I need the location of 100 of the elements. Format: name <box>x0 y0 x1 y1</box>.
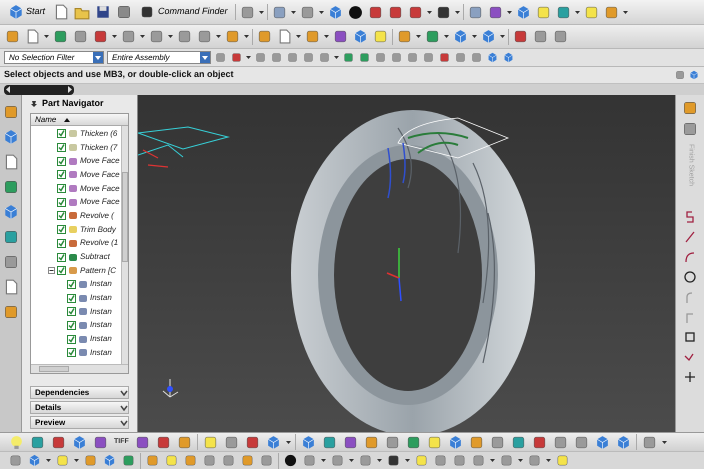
sketch-tool-button[interactable] <box>683 330 697 344</box>
tool-icon <box>343 52 354 63</box>
tree-item[interactable]: Instan <box>31 291 121 305</box>
tool-icon <box>359 454 372 467</box>
tool-icon <box>468 4 483 20</box>
collapsible-panel-header[interactable]: Details <box>30 401 129 414</box>
checkbox[interactable] <box>57 198 66 207</box>
tool-icon <box>149 29 164 44</box>
checkbox[interactable] <box>67 280 76 289</box>
toolbar-button[interactable] <box>346 4 364 20</box>
dropdown-caret-icon <box>286 440 291 444</box>
checkbox[interactable] <box>57 211 66 220</box>
start-menu-button[interactable]: Start <box>4 4 50 20</box>
checkbox[interactable] <box>57 156 66 166</box>
selection-scope-dropdown[interactable]: Entire Assembly <box>107 51 211 64</box>
tree-item[interactable]: Move Face <box>31 182 121 196</box>
sketch-tool-button[interactable] <box>683 370 697 384</box>
tree-item[interactable]: Move Face <box>31 195 121 210</box>
dropdown-caret-icon <box>168 35 173 38</box>
collapsible-panel-header[interactable]: Dependencies <box>30 386 129 399</box>
tree-item[interactable]: Move Face <box>31 168 121 182</box>
tab-scroller[interactable] <box>4 84 74 94</box>
cube-icon <box>300 434 316 450</box>
tree-item[interactable]: Instan <box>31 346 121 360</box>
dropdown-caret-icon <box>290 10 296 14</box>
line-icon <box>683 230 697 244</box>
tool-icon <box>472 454 485 467</box>
dropdown-caret-icon <box>490 459 495 462</box>
tool-icon <box>682 121 698 137</box>
sphere-icon <box>348 4 363 20</box>
tree-item[interactable]: Pattern [C <box>31 264 121 278</box>
tool-icon <box>533 29 548 44</box>
scrollbar-thumb[interactable] <box>39 366 69 372</box>
tree-item[interactable]: Trim Body <box>31 222 121 236</box>
tool-icon <box>177 29 192 44</box>
cube-icon <box>8 4 24 20</box>
checkbox[interactable] <box>57 266 66 276</box>
tool-icon <box>426 434 442 450</box>
sketch-tool-button[interactable] <box>683 250 697 264</box>
tree-item[interactable]: Instan <box>31 332 121 346</box>
tree-item[interactable]: Revolve (1 <box>31 236 121 250</box>
tree-item[interactable]: Instan <box>31 318 121 332</box>
checkbox[interactable] <box>57 170 66 180</box>
3d-viewport[interactable] <box>138 95 675 432</box>
tree-item[interactable]: Instan <box>31 278 121 292</box>
tool-icon <box>556 4 571 20</box>
tree-item[interactable]: Revolve ( <box>31 209 121 223</box>
tool-icon <box>373 29 388 44</box>
dropdown-caret-icon <box>454 10 460 14</box>
checkbox[interactable] <box>67 348 76 358</box>
dropdown-caret-icon <box>500 35 505 38</box>
new-page-icon <box>277 29 292 44</box>
toolbar-button[interactable] <box>386 453 401 468</box>
tool-icon <box>2 229 18 245</box>
dropdown-caret-icon <box>318 10 324 14</box>
tool-icon <box>303 454 316 467</box>
dropdown-caret-icon <box>574 10 580 14</box>
tree-item[interactable]: Subtract <box>31 250 121 264</box>
tool-icon <box>375 52 386 63</box>
checkbox[interactable] <box>57 129 66 138</box>
cube-icon <box>328 4 343 20</box>
tool-icon <box>407 52 418 63</box>
checkbox[interactable] <box>67 294 76 303</box>
tool-icon <box>434 454 447 467</box>
sketch-tool-button[interactable] <box>683 270 697 284</box>
checkbox[interactable] <box>67 320 76 330</box>
tool-icon <box>53 29 68 44</box>
tree-item[interactable]: Move Face <box>31 154 121 168</box>
tree-item[interactable]: Thicken (6 <box>31 127 121 141</box>
tool-icon <box>93 434 108 450</box>
tool-icon <box>231 52 242 63</box>
scrollbar-thumb[interactable] <box>122 172 128 262</box>
tool-icon <box>387 454 400 467</box>
collapsible-panel-header[interactable]: Preview <box>30 416 129 429</box>
point-icon <box>683 370 697 384</box>
cube-icon <box>503 52 514 63</box>
tool-icon <box>468 434 484 450</box>
tree-item[interactable]: Thicken (7 <box>31 140 121 154</box>
checkbox[interactable] <box>57 225 66 234</box>
checkbox[interactable] <box>57 252 66 262</box>
vertical-scrollbar[interactable] <box>121 126 128 364</box>
status-message: Select objects and use MB3, or double-click an object <box>4 68 235 82</box>
checkbox[interactable] <box>67 334 76 344</box>
horizontal-scrollbar[interactable] <box>31 364 128 373</box>
dropdown-caret-icon <box>324 35 329 38</box>
sketch-tool-button[interactable] <box>683 230 697 244</box>
checkbox[interactable] <box>57 238 66 248</box>
checkbox[interactable] <box>67 307 76 316</box>
checkbox[interactable] <box>57 143 66 152</box>
tree-item[interactable]: Instan <box>31 304 121 319</box>
selection-filter-dropdown[interactable]: No Selection Filter <box>4 51 104 64</box>
checkbox[interactable] <box>57 184 66 194</box>
tool-icon <box>287 52 298 63</box>
dropdown-caret-icon <box>46 459 51 462</box>
cube-icon <box>353 29 368 44</box>
command-finder-button[interactable]: Command Finder <box>136 5 232 19</box>
toolbar-button[interactable] <box>283 453 298 468</box>
tool-icon <box>121 29 136 44</box>
column-header[interactable]: Name <box>31 114 128 126</box>
tool-icon <box>397 29 412 44</box>
